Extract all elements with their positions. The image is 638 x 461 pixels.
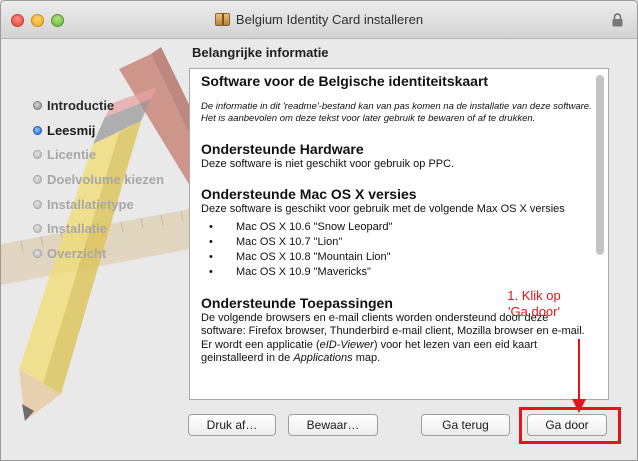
lock-icon[interactable]: [612, 13, 623, 27]
continue-highlight-box: [519, 407, 621, 444]
list-item: Mac OS X 10.9 "Mavericks": [201, 265, 593, 280]
installer-window: Belgium Identity Card installeren Belang…: [0, 0, 638, 461]
print-button[interactable]: Druk af…: [188, 414, 276, 436]
applications-folder-name: Applications: [293, 352, 353, 365]
hardware-heading: Ondersteunde Hardware: [201, 140, 364, 157]
step-bullet-icon: [33, 248, 42, 258]
step-bullet-icon: [33, 150, 42, 160]
apps-text-2: Er wordt een applicatie (eID-Viewer) voo…: [201, 339, 593, 366]
macos-version-list: Mac OS X 10.6 "Snow Leopard" Mac OS X 10…: [201, 220, 593, 280]
step-label: Installatietype: [47, 196, 134, 212]
arrow-down-icon: [572, 339, 586, 413]
step-overzicht: Overzicht: [33, 241, 164, 266]
step-label: Installatie: [47, 221, 107, 237]
annotation-line-1: 1. Klik op: [507, 288, 561, 303]
window-title-wrap: Belgium Identity Card installeren: [1, 12, 637, 27]
readme-intro: De informatie in dit 'readme'-bestand ka…: [201, 101, 592, 125]
macos-text: Deze software is geschikt voor gebruik m…: [201, 203, 565, 216]
step-introductie: Introductie: [33, 93, 164, 118]
apps-text-2-part: map.: [352, 352, 381, 365]
eid-viewer-name: eID-Viewer: [319, 338, 374, 351]
back-button[interactable]: Ga terug: [421, 414, 510, 436]
step-bullet-icon: [33, 199, 42, 209]
step-leesmij: Leesmij: [33, 118, 164, 143]
step-installatie: Installatie: [33, 216, 164, 241]
list-item: Mac OS X 10.7 "Lion": [201, 235, 593, 250]
hardware-text: Deze software is niet geschikt voor gebr…: [201, 157, 455, 170]
step-bullet-icon: [33, 224, 42, 234]
step-bullet-icon: [33, 174, 42, 184]
step-label: Licentie: [47, 147, 97, 163]
step-doelvolume-kiezen: Doelvolume kiezen: [33, 167, 164, 192]
list-item: Mac OS X 10.6 "Snow Leopard": [201, 220, 593, 235]
step-label: Leesmij: [47, 122, 96, 138]
page-heading: Belangrijke informatie: [192, 45, 329, 60]
save-button[interactable]: Bewaar…: [288, 414, 378, 436]
step-licentie: Licentie: [33, 142, 164, 167]
title-bar: Belgium Identity Card installeren: [1, 1, 637, 39]
step-label: Doelvolume kiezen: [47, 171, 165, 187]
macos-heading: Ondersteunde Mac OS X versies: [201, 186, 417, 203]
apps-text-2-part: Er wordt een applicatie (: [201, 338, 320, 351]
step-label: Overzicht: [47, 245, 107, 261]
window-title: Belgium Identity Card installeren: [235, 12, 424, 27]
installer-steps: Introductie Leesmij Licentie Doelvolume …: [33, 93, 164, 266]
readme-title: Software voor de Belgische identiteitska…: [201, 73, 489, 89]
step-bullet-icon: [33, 100, 42, 110]
readme-document: Software voor de Belgische identiteitska…: [201, 73, 593, 366]
step-bullet-icon: [33, 125, 42, 135]
list-item: Mac OS X 10.8 "Mountain Lion": [201, 250, 593, 265]
step-label: Introductie: [47, 97, 115, 113]
instruction-annotation: 1. Klik op 'Ga door': [489, 288, 579, 320]
readme-scrollbar[interactable]: [596, 75, 604, 255]
step-installatietype: Installatietype: [33, 192, 164, 217]
readme-panel[interactable]: Software voor de Belgische identiteitska…: [189, 68, 609, 400]
package-icon: [214, 13, 230, 26]
annotation-line-2: 'Ga door': [508, 304, 560, 319]
